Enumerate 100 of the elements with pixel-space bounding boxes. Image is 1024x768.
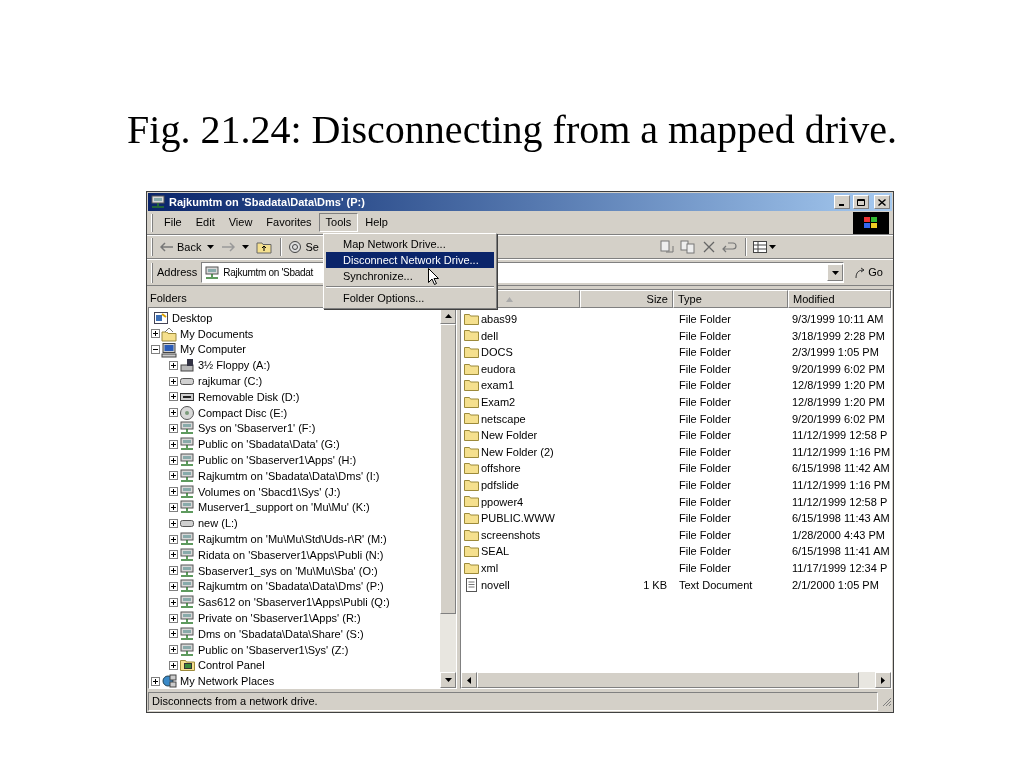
menu-item[interactable]: Tools <box>318 213 359 232</box>
address-dropdown-button[interactable] <box>827 264 844 281</box>
file-name[interactable]: DOCS <box>481 344 513 361</box>
window-title: Rajkumtm on 'Sbadata\Data\Dms' (P:) <box>169 194 365 210</box>
menu-item[interactable]: Help <box>358 213 395 232</box>
file-name[interactable]: screenshots <box>481 526 541 544</box>
file-name[interactable]: dell <box>481 327 499 345</box>
expand-icon[interactable] <box>169 581 178 591</box>
menu-item[interactable]: Edit <box>188 213 222 232</box>
network-drive-icon <box>179 452 195 469</box>
scroll-up-arrow-icon[interactable] <box>444 314 452 318</box>
expand-icon[interactable] <box>169 534 178 544</box>
network-drive-icon <box>179 499 195 516</box>
menu-item[interactable]: Favorites <box>259 213 319 232</box>
file-name[interactable]: netscape <box>481 410 526 428</box>
tree-item[interactable]: Control Panel <box>198 658 265 673</box>
file-name[interactable]: exam1 <box>481 377 515 394</box>
tree-item[interactable]: Public on 'Sbaserver1\Apps' (H:) <box>198 453 357 468</box>
tree-item[interactable]: Removable Disk (D:) <box>198 389 300 404</box>
file-name[interactable]: PUBLIC.WWW <box>481 510 555 527</box>
collapse-icon[interactable] <box>151 345 160 354</box>
expand-icon[interactable] <box>169 613 178 623</box>
file-modified: 6/15/1998 11:41 AM <box>792 545 890 558</box>
scroll-right-arrow-icon[interactable] <box>881 676 885 684</box>
tree-item[interactable]: Muserver1_support on 'Mu\Mu' (K:) <box>198 500 370 515</box>
tree-item[interactable]: Public on 'Sbaserver1\Sys' (Z:) <box>198 642 349 657</box>
file-name[interactable]: SEAL <box>481 543 510 560</box>
expand-icon[interactable] <box>169 566 178 576</box>
close-button[interactable] <box>874 195 890 209</box>
tree-item[interactable]: Rajkumtm on 'Sbadata\Data\Dms' (P:) <box>198 579 384 594</box>
tree-item[interactable]: My Computer <box>180 342 247 357</box>
tree-item[interactable]: Ridata on 'Sbaserver1\Apps\Publi (N:) <box>198 547 384 562</box>
file-type: File Folder <box>679 412 731 425</box>
tree-item[interactable]: My Documents <box>180 326 254 341</box>
tree-item[interactable]: Public on 'Sbadata\Data' (G:) <box>198 437 340 452</box>
menu-option[interactable]: Synchronize... <box>326 268 494 284</box>
maximize-button[interactable] <box>853 195 869 209</box>
expand-icon[interactable] <box>169 376 178 386</box>
tree-item[interactable]: Rajkumtm on 'Sbadata\Data\Dms' (I:) <box>198 468 380 483</box>
expand-icon[interactable] <box>169 471 178 481</box>
expand-icon[interactable] <box>169 487 178 497</box>
file-name[interactable]: eudora <box>481 360 516 378</box>
file-type: File Folder <box>679 396 731 408</box>
vertical-scrollbar[interactable] <box>440 308 456 688</box>
network-drive-icon <box>179 610 195 627</box>
tree-item[interactable]: new (L:) <box>198 516 238 531</box>
expand-icon[interactable] <box>169 518 178 528</box>
menu-option[interactable]: Disconnect Network Drive... <box>326 252 494 268</box>
tree-item[interactable]: My Network Places <box>180 674 275 688</box>
tree-item[interactable]: Private on 'Sbaserver1\Apps' (R:) <box>198 611 361 626</box>
expand-icon[interactable] <box>169 408 178 418</box>
file-name[interactable]: novell <box>481 576 510 594</box>
expand-icon[interactable] <box>151 329 160 339</box>
menu-item[interactable]: View <box>221 213 260 232</box>
file-name[interactable]: xml <box>481 559 499 577</box>
menu-option[interactable]: Map Network Drive... <box>326 236 494 252</box>
column-header[interactable]: Size <box>580 290 673 308</box>
tree-item[interactable]: Volumes on 'Sbacd1\Sys' (J:) <box>198 484 341 499</box>
expand-icon[interactable] <box>169 645 178 655</box>
tree-item[interactable]: Dms on 'Sbadata\Data\Share' (S:) <box>198 626 364 641</box>
file-name[interactable]: pdfslide <box>481 477 519 494</box>
expand-icon[interactable] <box>151 676 160 686</box>
file-name[interactable]: abas99 <box>481 311 518 328</box>
expand-icon[interactable] <box>169 439 178 449</box>
expand-icon[interactable] <box>169 392 178 402</box>
file-name[interactable]: offshore <box>481 460 521 477</box>
menu-item[interactable]: File <box>157 213 189 232</box>
expand-icon[interactable] <box>169 629 178 639</box>
search-button[interactable]: Se <box>286 237 319 257</box>
tree-item[interactable]: rajkumar (C:) <box>198 374 263 389</box>
tree-item[interactable]: Rajkumtm on 'Mu\Mu\Std\Uds-r\R' (M:) <box>198 532 387 547</box>
column-header[interactable]: Modified <box>788 290 891 308</box>
tree-item[interactable]: Sas612 on 'Sbaserver1\Apps\Publi (Q:) <box>198 595 390 610</box>
network-drive-icon <box>179 467 195 484</box>
expand-icon[interactable] <box>169 423 178 433</box>
file-name[interactable]: New Folder <box>481 427 538 444</box>
tree-item[interactable]: Sbaserver1_sys on 'Mu\Mu\Sba' (O:) <box>198 563 378 578</box>
tree-item[interactable]: Compact Disc (E:) <box>198 405 288 420</box>
horizontal-scrollbar[interactable] <box>461 672 891 688</box>
scroll-left-arrow-icon[interactable] <box>467 676 471 684</box>
expand-icon[interactable] <box>169 455 178 465</box>
go-button[interactable]: Go <box>848 262 889 283</box>
expand-icon[interactable] <box>169 550 178 560</box>
file-name[interactable]: ppower4 <box>481 493 524 511</box>
folder-icon <box>463 413 479 425</box>
column-header[interactable]: Type <box>673 290 788 308</box>
expand-icon[interactable] <box>169 502 178 512</box>
minimize-button[interactable] <box>834 195 850 209</box>
expand-icon[interactable] <box>169 597 178 607</box>
back-button[interactable]: Back <box>157 237 205 257</box>
tree-item[interactable]: Sys on 'Sbaserver1' (F:) <box>198 421 316 436</box>
resize-grip-icon[interactable] <box>880 695 892 707</box>
tree-item[interactable]: Desktop <box>172 310 213 325</box>
tree-item[interactable]: 3½ Floppy (A:) <box>198 358 271 373</box>
file-name[interactable]: Exam2 <box>481 394 516 411</box>
scroll-down-arrow-icon[interactable] <box>444 678 452 682</box>
file-name[interactable]: New Folder (2) <box>481 443 554 461</box>
expand-icon[interactable] <box>169 660 178 670</box>
expand-icon[interactable] <box>169 360 178 370</box>
menu-option[interactable]: Folder Options... <box>326 290 494 306</box>
